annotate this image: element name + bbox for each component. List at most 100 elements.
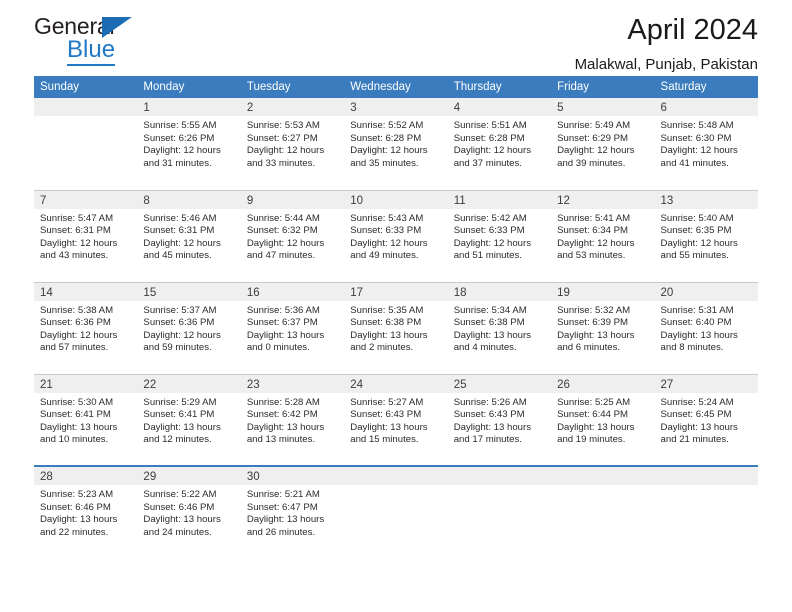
daylight-duration-line1: Daylight: 13 hours [40, 514, 118, 525]
sunset-time: Sunset: 6:37 PM [246, 317, 318, 328]
day-details: Sunrise: 5:34 AM Sunset: 6:38 PM Daylight:… [448, 301, 551, 355]
daylight-duration-line2: and 45 minutes. [143, 250, 212, 261]
day-number: 15 [143, 286, 157, 299]
calendar-day-cell[interactable]: 17 Sunrise: 5:35 AM Sunset: 6:38 PM Dayligh… [344, 281, 448, 374]
sunrise-time: Sunrise: 5:25 AM [557, 396, 631, 408]
day-details: Sunrise: 5:37 AM Sunset: 6:36 PM Daylight:… [137, 301, 240, 355]
calendar-day-cell[interactable]: 16 Sunrise: 5:36 AM Sunset: 6:37 PM Dayligh… [240, 281, 345, 374]
daylight-duration-line2: and 43 minutes. [40, 250, 109, 261]
sunset-time: Sunset: 6:40 PM [660, 317, 732, 328]
day-number-band: 18 [447, 282, 552, 301]
sunrise-time: Sunrise: 5:22 AM [143, 489, 217, 500]
calendar-day-cell[interactable]: 22 Sunrise: 5:29 AM Sunset: 6:41 PM Dayligh… [137, 373, 241, 466]
calendar-day-cell[interactable]: 10 Sunrise: 5:43 AM Sunset: 6:33 PM Dayligh… [344, 189, 448, 282]
sunrise-time: Sunrise: 5:53 AM [246, 120, 320, 131]
calendar-day-cell[interactable]: 5 Sunrise: 5:49 AM Sunset: 6:29 PM Daylight… [551, 98, 655, 190]
day-number-band: 6 [654, 98, 758, 116]
title-block: April 2024 Malakwal, Punjab, Pakistan [575, 0, 758, 75]
day-number: 26 [557, 378, 570, 391]
sunset-time: Sunset: 6:33 PM [453, 225, 525, 236]
daylight-duration-line2: and 39 minutes. [557, 157, 626, 169]
sunset-time: Sunset: 6:41 PM [143, 409, 215, 420]
calendar-day-cell[interactable]: 9 Sunrise: 5:44 AM Sunset: 6:32 PM Daylight… [240, 189, 345, 282]
calendar-day-cell[interactable]: 21 Sunrise: 5:30 AM Sunset: 6:41 PM Dayligh… [34, 373, 138, 466]
day-number-band: 1 [137, 98, 241, 116]
sunrise-time: Sunrise: 5:41 AM [557, 212, 631, 224]
sunset-time: Sunset: 6:34 PM [557, 225, 629, 236]
daylight-duration-line1: Daylight: 12 hours [40, 237, 118, 249]
daylight-duration-line1: Daylight: 12 hours [143, 329, 221, 341]
daylight-duration-line1: Daylight: 13 hours [453, 421, 532, 433]
sunrise-time: Sunrise: 5:28 AM [246, 396, 320, 408]
day-number: 29 [143, 471, 157, 483]
daylight-duration-line2: and 2 minutes. [350, 342, 414, 353]
day-number-band: 13 [654, 190, 758, 209]
day-details: Sunrise: 5:55 AM Sunset: 6:26 PM Daylight:… [137, 116, 240, 170]
calendar-day-cell[interactable]: 23 Sunrise: 5:28 AM Sunset: 6:42 PM Dayligh… [240, 373, 345, 466]
calendar-day-cell[interactable]: 3 Sunrise: 5:52 AM Sunset: 6:28 PM Daylight… [344, 98, 448, 190]
daylight-duration-line1: Daylight: 13 hours [350, 421, 428, 433]
calendar-day-cell[interactable]: 14 Sunrise: 5:38 AM Sunset: 6:36 PM Dayligh… [34, 281, 138, 374]
calendar-day-cell[interactable]: 4 Sunrise: 5:51 AM Sunset: 6:28 PM Daylight… [447, 98, 552, 190]
sunrise-time: Sunrise: 5:35 AM [350, 304, 424, 316]
calendar-week-row: 21 Sunrise: 5:30 AM Sunset: 6:41 PM Dayligh… [34, 373, 758, 466]
calendar-day-cell[interactable]: 29 Sunrise: 5:22 AM Sunset: 6:46 PM Dayligh… [137, 465, 241, 558]
daylight-duration-line1: Daylight: 13 hours [660, 421, 738, 433]
day-details: Sunrise: 5:25 AM Sunset: 6:44 PM Daylight:… [551, 393, 654, 447]
sunset-time: Sunset: 6:35 PM [660, 225, 732, 236]
sunrise-time: Sunrise: 5:43 AM [350, 212, 424, 224]
page-header: General Blue April 2024 Malakwal, Punjab… [34, 0, 758, 76]
daylight-duration-line1: Daylight: 12 hours [246, 237, 325, 249]
daylight-duration-line2: and 59 minutes. [143, 342, 212, 353]
daylight-duration-line1: Daylight: 13 hours [246, 514, 325, 525]
weekday-header-tuesday: Tuesday [240, 76, 345, 98]
calendar-day-cell[interactable]: 24 Sunrise: 5:27 AM Sunset: 6:43 PM Dayligh… [344, 373, 448, 466]
day-number: 10 [350, 194, 364, 207]
sunset-time: Sunset: 6:31 PM [40, 225, 111, 236]
calendar-day-cell[interactable]: 13 Sunrise: 5:40 AM Sunset: 6:35 PM Dayligh… [654, 189, 758, 282]
day-number: 11 [453, 194, 466, 207]
daylight-duration-line2: and 21 minutes. [660, 434, 729, 445]
daylight-duration-line1: Daylight: 12 hours [660, 237, 738, 249]
calendar-day-cell[interactable]: 15 Sunrise: 5:37 AM Sunset: 6:36 PM Dayligh… [137, 281, 241, 374]
weekday-header-wednesday: Wednesday [344, 76, 448, 98]
calendar-day-cell[interactable]: 8 Sunrise: 5:46 AM Sunset: 6:31 PM Daylight… [137, 189, 241, 282]
calendar-day-cell[interactable]: 6 Sunrise: 5:48 AM Sunset: 6:30 PM Daylight… [654, 98, 758, 190]
day-number: 18 [453, 286, 467, 299]
day-details: Sunrise: 5:53 AM Sunset: 6:27 PM Daylight:… [241, 116, 344, 170]
day-details: Sunrise: 5:42 AM Sunset: 6:33 PM Daylight:… [448, 209, 551, 263]
sunset-time: Sunset: 6:38 PM [453, 317, 525, 328]
calendar-day-cell[interactable]: 25 Sunrise: 5:26 AM Sunset: 6:43 PM Dayligh… [447, 373, 552, 466]
sunrise-time: Sunrise: 5:52 AM [350, 120, 424, 131]
day-details: Sunrise: 5:21 AM Sunset: 6:47 PM Daylight:… [241, 485, 344, 539]
calendar-day-cell[interactable]: 1 Sunrise: 5:55 AM Sunset: 6:26 PM Daylight… [137, 98, 241, 190]
weekday-header-saturday: Saturday [654, 76, 758, 98]
daylight-duration-line2: and 4 minutes. [453, 342, 517, 353]
sunset-time: Sunset: 6:38 PM [350, 317, 422, 328]
sunset-time: Sunset: 6:28 PM [453, 132, 525, 144]
daylight-duration-line1: Daylight: 12 hours [143, 145, 221, 156]
calendar-day-cell[interactable]: 7 Sunrise: 5:47 AM Sunset: 6:31 PM Daylight… [34, 189, 138, 282]
sunset-time: Sunset: 6:41 PM [40, 409, 111, 420]
calendar-day-cell[interactable]: 27 Sunrise: 5:24 AM Sunset: 6:45 PM Dayligh… [654, 373, 758, 466]
calendar-day-cell[interactable]: 18 Sunrise: 5:34 AM Sunset: 6:38 PM Dayligh… [447, 281, 552, 374]
calendar-day-cell[interactable]: 26 Sunrise: 5:25 AM Sunset: 6:44 PM Dayligh… [551, 373, 655, 466]
calendar-day-cell[interactable]: 20 Sunrise: 5:31 AM Sunset: 6:40 PM Dayligh… [654, 281, 758, 374]
day-number-band: 15 [137, 282, 241, 301]
day-details: Sunrise: 5:22 AM Sunset: 6:46 PM Daylight:… [137, 485, 240, 539]
day-details: Sunrise: 5:38 AM Sunset: 6:36 PM Daylight:… [34, 301, 137, 355]
sunset-time: Sunset: 6:27 PM [246, 132, 318, 144]
calendar-day-cell[interactable]: 28 Sunrise: 5:23 AM Sunset: 6:46 PM Dayligh… [34, 465, 138, 558]
calendar-day-cell[interactable]: 19 Sunrise: 5:32 AM Sunset: 6:39 PM Dayligh… [551, 281, 655, 374]
weekday-header-friday: Friday [551, 76, 655, 98]
daylight-duration-line1: Daylight: 12 hours [557, 237, 635, 249]
calendar-day-cell[interactable]: 12 Sunrise: 5:41 AM Sunset: 6:34 PM Dayligh… [551, 189, 655, 282]
calendar-day-cell[interactable]: 30 Sunrise: 5:21 AM Sunset: 6:47 PM Dayligh… [240, 465, 345, 558]
sunrise-time: Sunrise: 5:23 AM [40, 489, 114, 500]
calendar-day-cell[interactable]: 11 Sunrise: 5:42 AM Sunset: 6:33 PM Dayligh… [447, 189, 552, 282]
daylight-duration-line2: and 47 minutes. [246, 250, 316, 261]
daylight-duration-line1: Daylight: 13 hours [40, 421, 118, 433]
sunrise-time: Sunrise: 5:48 AM [660, 120, 734, 131]
calendar-day-cell[interactable]: 2 Sunrise: 5:53 AM Sunset: 6:27 PM Daylight… [240, 98, 345, 190]
sunset-time: Sunset: 6:44 PM [557, 409, 629, 420]
